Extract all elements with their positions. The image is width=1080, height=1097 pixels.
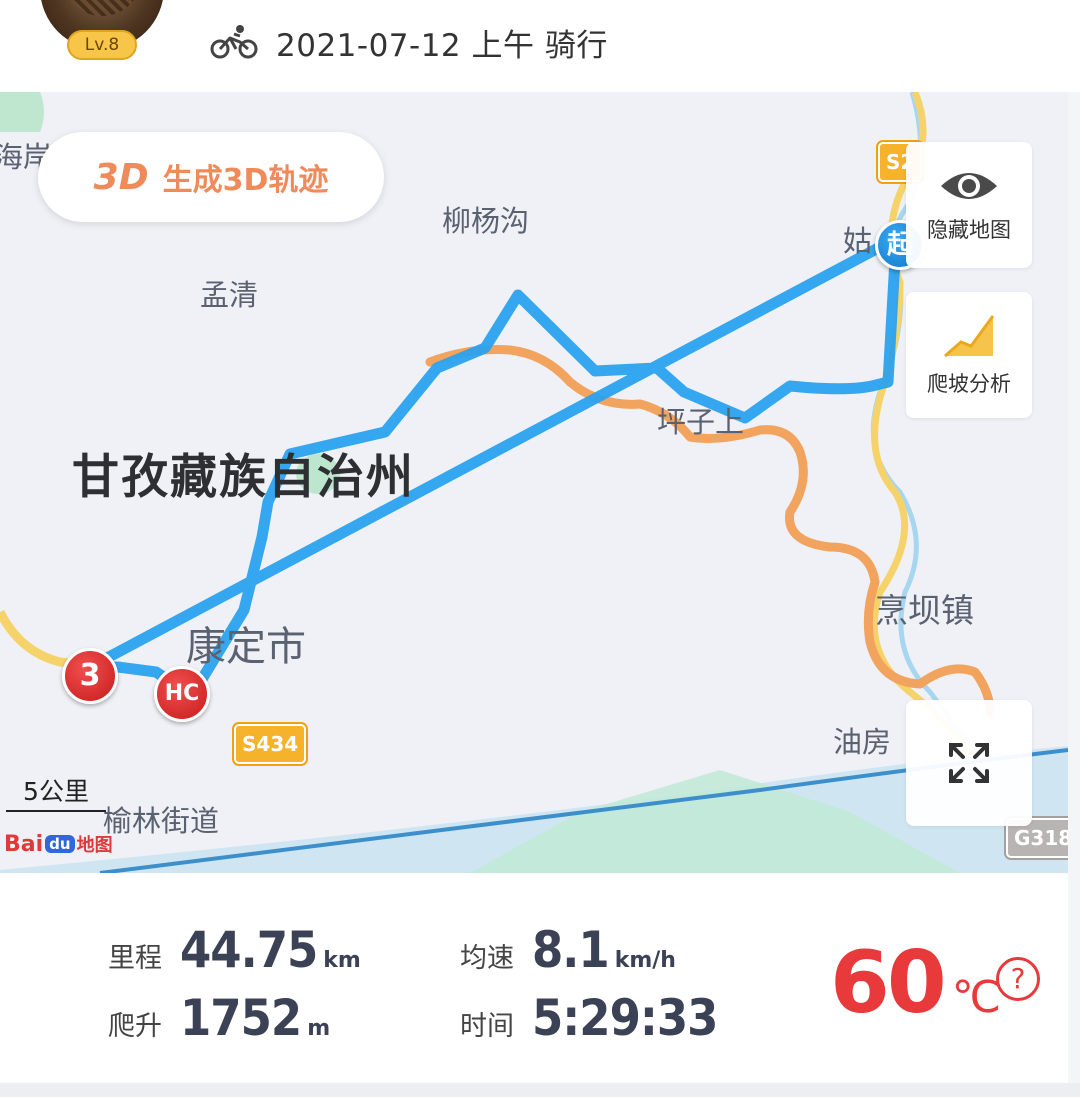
baidu-map-logo: Bai du 地图 bbox=[4, 831, 113, 857]
stat-distance: 里程 44.75 km bbox=[108, 921, 361, 979]
place-label: 榆林街道 bbox=[103, 804, 220, 838]
generate-3d-label: 生成3D轨迹 bbox=[162, 163, 329, 198]
bicycle-icon bbox=[210, 25, 258, 59]
fullscreen-button[interactable] bbox=[906, 700, 1032, 826]
ride-header: Lv.8 2021-07-12 上午 骑行 bbox=[0, 0, 1080, 92]
ride-info: 2021-07-12 上午 骑行 bbox=[210, 20, 608, 64]
fullscreen-icon bbox=[949, 743, 989, 783]
right-edge bbox=[1068, 0, 1080, 1097]
place-label: 油房 bbox=[833, 725, 892, 759]
place-label: 孟清 bbox=[200, 278, 259, 312]
stat-climb: 爬升 1752 m bbox=[108, 989, 331, 1047]
level-badge: Lv.8 bbox=[67, 30, 137, 60]
place-label: 烹坝镇 bbox=[875, 591, 974, 630]
help-icon[interactable]: ? bbox=[996, 957, 1040, 1001]
lap-marker[interactable]: 3 bbox=[62, 648, 118, 704]
route-map[interactable]: 海岸 柳杨沟 孟清 甘孜藏族自治州 坪子上 康定市 烹坝镇 油房 榆林街道 姑 … bbox=[0, 92, 1068, 873]
eye-icon bbox=[941, 173, 997, 199]
climb-analysis-label: 爬坡分析 bbox=[927, 372, 1011, 396]
hide-map-label: 隐藏地图 bbox=[927, 218, 1011, 242]
climb-chart-icon bbox=[944, 315, 995, 358]
stat-time: 时间 5:29:33 bbox=[460, 989, 718, 1047]
climb-analysis-button[interactable]: 爬坡分析 bbox=[906, 292, 1032, 418]
ride-stats: 里程 44.75 km 均速 8.1 km/h 爬升 1752 m 时间 5:2… bbox=[0, 873, 1068, 1083]
3d-icon: 3D bbox=[93, 156, 149, 198]
hide-map-button[interactable]: 隐藏地图 bbox=[906, 142, 1032, 268]
stat-avg-speed: 均速 8.1 km/h bbox=[460, 921, 676, 979]
generate-3d-button[interactable]: 3D 生成3D轨迹 bbox=[38, 132, 384, 222]
road-sign-s434: S434 bbox=[234, 724, 307, 764]
place-label: 康定市 bbox=[186, 624, 306, 670]
ride-date-type: 2021-07-12 上午 骑行 bbox=[276, 27, 608, 64]
place-label: 柳杨沟 bbox=[442, 204, 530, 238]
map-scale: 5公里 bbox=[6, 772, 106, 812]
divider bbox=[0, 1083, 1080, 1097]
hc-marker[interactable]: HC bbox=[154, 666, 210, 722]
temperature: 60 ℃ bbox=[830, 933, 1002, 1033]
region-label: 甘孜藏族自治州 bbox=[72, 450, 415, 505]
scale-label: 5公里 bbox=[23, 777, 89, 806]
place-label: 坪子上 bbox=[657, 405, 745, 439]
place-label: 姑 bbox=[843, 224, 873, 258]
